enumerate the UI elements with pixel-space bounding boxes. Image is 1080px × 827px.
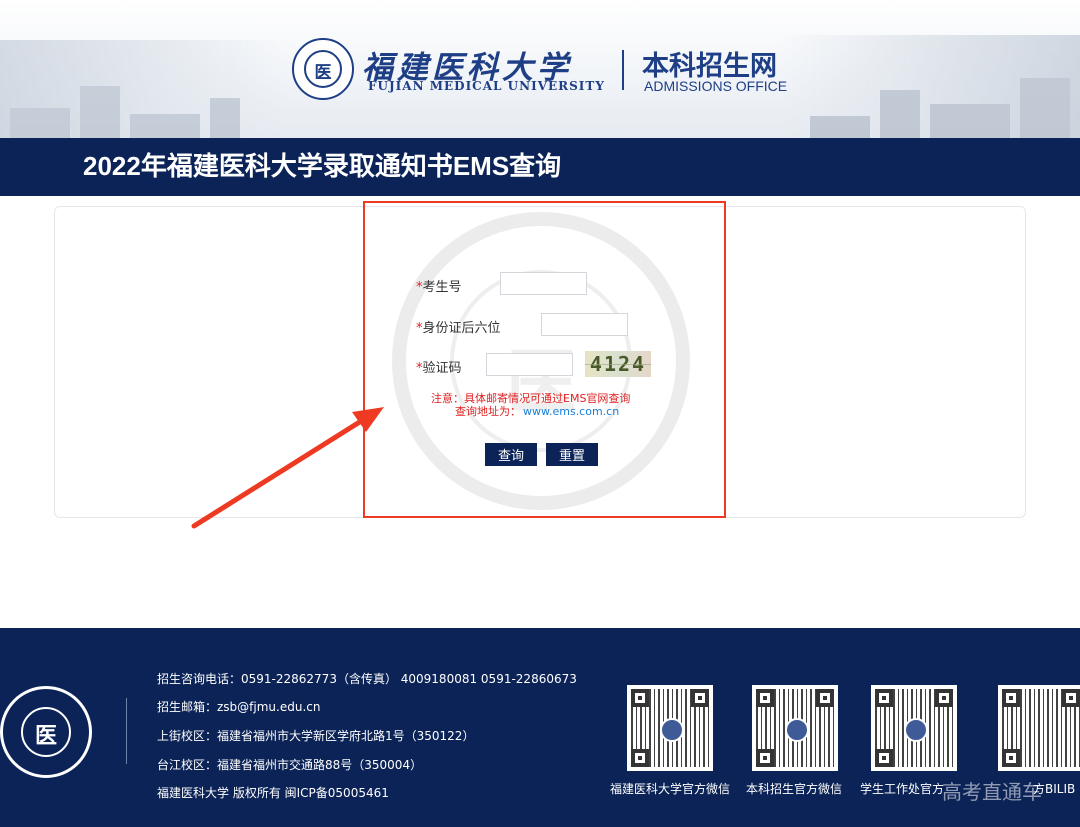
corner-watermark: 高考直通车 [942, 780, 1042, 804]
copyright: 福建医科大学 版权所有 闽ICP备05005461 [157, 786, 389, 800]
qr-caption: 本科招生官方微信 [746, 782, 843, 796]
qr-caption: 学生工作处官方 [860, 782, 945, 796]
qr-caption: 福建医科大学官方微信 [610, 782, 731, 796]
campus-taijiang: 台江校区：福建省福州市交通路88号（350004） [157, 758, 423, 772]
qr-code-icon [627, 685, 713, 771]
qr-code-icon [998, 685, 1080, 771]
footer-divider [126, 698, 127, 764]
contact-phone: 招生咨询电话：0591-22862773（含传真） 4009180081 059… [157, 672, 577, 686]
qr-code-icon [871, 685, 957, 771]
contact-email: 招生邮箱：zsb@fjmu.edu.cn [157, 700, 321, 714]
qr-code-icon [752, 685, 838, 771]
campus-shangjie: 上街校区：福建省福州市大学新区学府北路1号（350122） [157, 729, 475, 743]
footer-seal-icon: 医 [0, 686, 92, 778]
